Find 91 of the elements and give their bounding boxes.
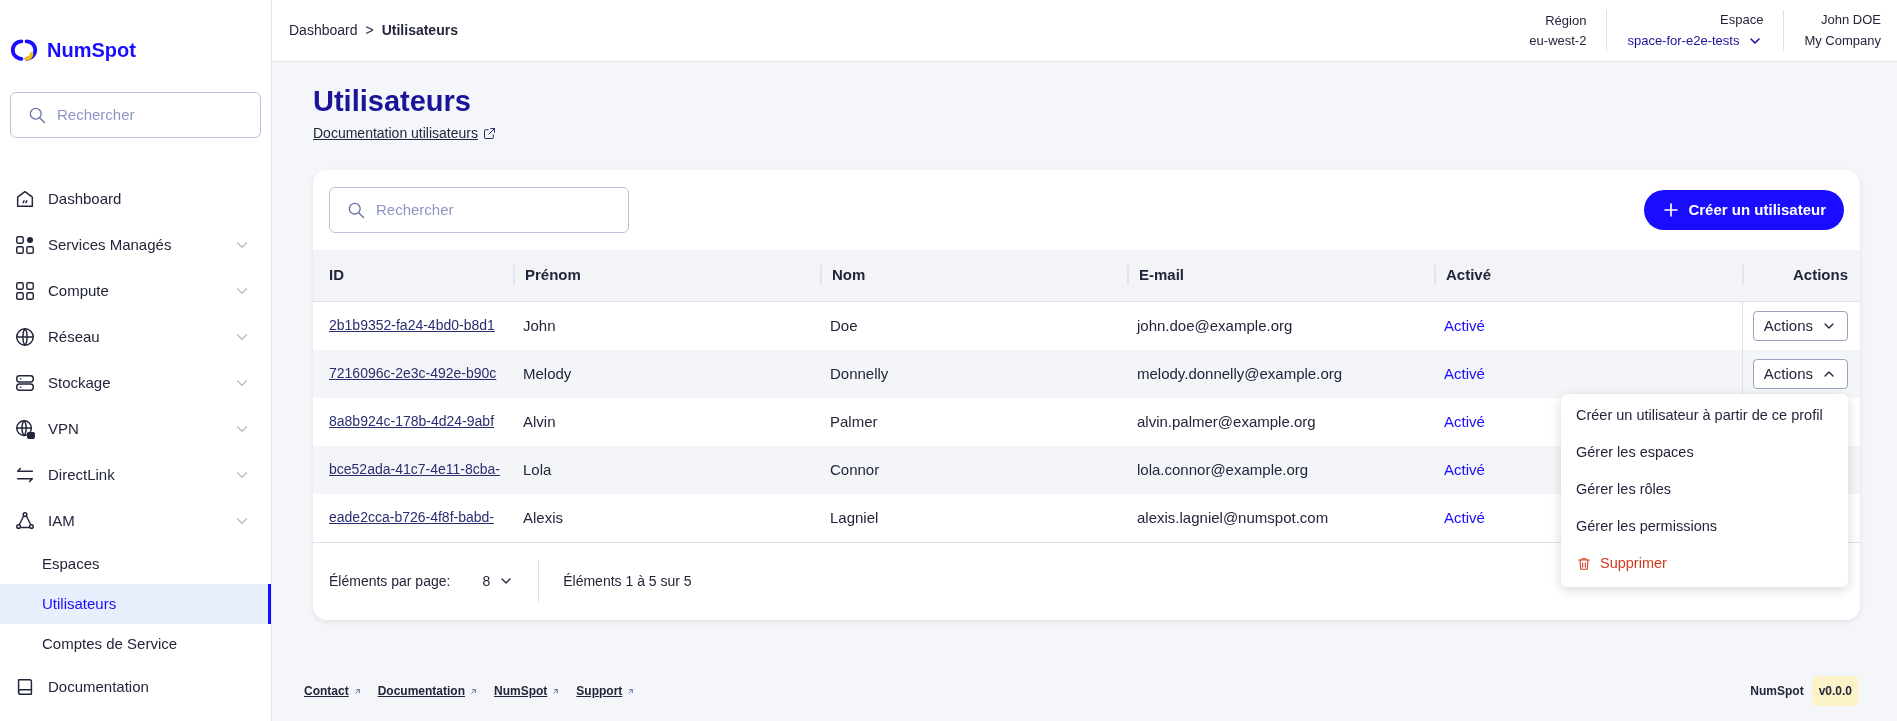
item-range: Éléments 1 à 5 sur 5 [563,571,692,591]
email-cell-text: melody.donnelly@example.org [1137,363,1343,384]
user-id-link[interactable]: eade2cca-b726-4f8f-babd- [329,507,494,529]
status-text: Activé [1444,363,1485,384]
trash-icon [1576,556,1592,573]
globe-lock-icon [14,418,36,440]
space-label: Espace [1720,10,1764,29]
user-id-link[interactable]: 2b1b9352-fa24-4bd0-b8d1 [329,315,495,337]
documentation-link[interactable]: Documentation utilisateurs [313,122,478,144]
footer-link[interactable]: Support [576,682,636,700]
email-cell-text: alvin.palmer@example.org [1137,411,1316,432]
actions-dropdown[interactable]: Actions [1752,310,1848,341]
breadcrumb-separator: > [365,21,374,40]
status-text: Activé [1444,459,1485,480]
breadcrumb-current: Utilisateurs [381,21,458,40]
user-id-link[interactable]: bce52ada-41c7-4e11-8cba- [329,459,500,481]
arrow-icon [469,686,478,696]
arrow-icon [352,686,362,696]
email-cell-text: alexis.lagniel@numspot.com [1137,507,1329,528]
last-name-cell-text: Doe [830,315,858,336]
search-field[interactable]: Rechercher [55,102,244,128]
house-icon [14,188,36,210]
column-header: E-mail [1139,265,1184,286]
email-cell-text: john.doe@example.org [1137,315,1293,336]
arrow-icon [626,686,636,696]
footer-link[interactable]: Contact [304,682,362,700]
last-name-cell-text: Donnelly [830,363,889,384]
grid-icon [14,280,36,302]
plus-icon [1662,200,1681,219]
sidebar-item[interactable]: VPN [0,406,271,452]
server-icon [14,372,36,394]
nodes-icon [14,510,36,532]
search-field[interactable]: Rechercher [374,197,612,223]
menu-item[interactable]: Gérer les rôles [1561,471,1848,509]
search-box[interactable]: Rechercher [10,92,261,138]
footer-brand: NumSpot [1750,683,1804,700]
sidebar-subitem[interactable]: Espaces [0,544,271,584]
menu-item[interactable]: Créer un utilisateur à partir de ce profil [1561,397,1848,435]
brand-name: NumSpot [47,38,136,63]
per-page-label: Éléments par page: [329,571,451,591]
sidebar-item[interactable]: DirectLink [0,452,271,498]
sidebar-item[interactable]: Réseau [0,314,271,360]
company-name: My Company [1804,31,1881,50]
sidebar-item[interactable]: Compute [0,268,271,314]
last-name-cell-text: Lagniel [830,507,879,528]
column-header: Activé [1446,265,1492,286]
actions-dropdown[interactable]: Actions [1752,358,1848,389]
region-label: Région [1545,12,1587,30]
version-badge: v0.0.0 [1811,676,1859,706]
search-icon [27,105,47,125]
last-name-cell-text: Connor [830,459,880,480]
per-page-select[interactable]: 8 [482,570,515,592]
column-header: Nom [832,265,866,286]
user-id-link[interactable]: 7216096c-2e3c-492e-b90c [329,363,497,385]
status-text: Activé [1444,507,1485,528]
footer-link[interactable]: Documentation [377,682,478,700]
create-user-button[interactable]: Créer un utilisateur [1644,189,1844,230]
user-name: John DOE [1821,10,1881,29]
sidebar-item[interactable]: IAM [0,498,271,544]
status-text: Activé [1444,315,1485,336]
grid-gear-icon [14,234,36,256]
last-name-cell-text: Palmer [830,411,878,432]
status-text: Activé [1444,411,1485,432]
space-selector[interactable]: space-for-e2e-tests [1627,30,1764,52]
email-cell-text: lola.connor@example.org [1137,459,1309,480]
first-name-cell-text: Alvin [523,411,556,432]
sidebar-item[interactable]: Documentation [0,664,271,710]
column-header: Prénom [525,265,581,286]
sidebar-subitem[interactable]: Utilisateurs [0,584,271,624]
page-title: Utilisateurs [313,84,472,119]
arrow-icon [551,686,561,696]
first-name-cell-text: Lola [523,459,552,480]
first-name-cell-text: Melody [523,363,572,384]
region-value: eu-west-2 [1529,31,1587,50]
sidebar-item[interactable]: Services Managés [0,222,271,268]
external-link-icon [482,125,497,141]
first-name-cell-text: John [523,315,556,336]
breadcrumb-link[interactable]: Dashboard [289,20,358,41]
globe-icon [14,326,36,348]
menu-item[interactable]: Supprimer [1561,545,1848,583]
footer-link[interactable]: NumSpot [494,682,561,700]
user-id-link[interactable]: 8a8b924c-178b-4d24-9abf [329,411,495,433]
sidebar-subitem[interactable]: Comptes de Service [0,624,271,664]
column-header: ID [329,265,344,286]
menu-item[interactable]: Gérer les permissions [1561,508,1848,546]
column-header: Actions [1793,265,1848,286]
sidebar-item[interactable]: Dashboard [0,176,271,222]
search-box[interactable]: Rechercher [329,186,629,233]
menu-item[interactable]: Gérer les espaces [1561,434,1848,472]
sidebar-item[interactable]: Stockage [0,360,271,406]
first-name-cell-text: Alexis [523,507,563,528]
